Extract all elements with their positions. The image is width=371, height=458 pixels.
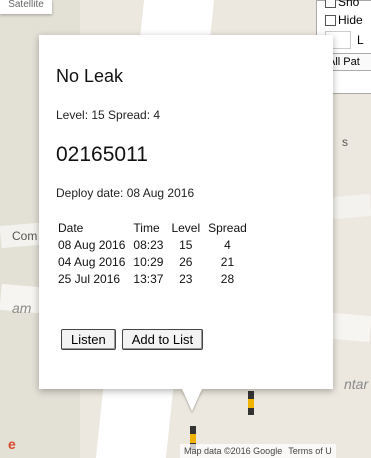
column-header: Level [171,221,201,235]
cell-spread: 21 [220,255,235,269]
add-to-list-button[interactable]: Add to List [121,329,204,350]
google-logo-partial: e [8,436,16,452]
map-label: ntar [344,376,369,392]
action-buttons: Listen Add to List [61,329,204,350]
satellite-button[interactable]: Satellite [0,0,52,14]
cell-level: 15 [179,238,193,252]
cell-date: 04 Aug 2016 [58,255,126,269]
info-window: No Leak Level: 15 Spread: 4 02165011 Dep… [39,35,333,389]
cell-spread: 28 [220,272,235,286]
level-spread-text: Level: 15 Spread: 4 [56,108,161,122]
cell-time: 10:29 [133,255,164,269]
device-serial: 02165011 [56,143,148,166]
marker-band [248,399,254,408]
cell-level: 23 [179,272,193,286]
terms-link[interactable]: Terms of U [288,446,332,456]
table-row: 04 Aug 2016 10:29 26 21 [54,254,251,271]
deploy-date: Deploy date: 08 Aug 2016 [56,186,195,200]
table-row: 08 Aug 2016 08:23 15 4 [54,237,251,254]
cell-spread: 4 [224,238,231,252]
column-header: Spread [208,221,247,235]
show-label: Sho [338,0,360,9]
hide-label: Hide [338,13,363,27]
info-window-pointer [182,389,202,411]
hide-option[interactable]: Hide [317,11,371,29]
show-option[interactable]: Sho [317,0,371,11]
table-row: 25 Jul 2016 13:37 23 28 [54,271,251,288]
table-header-row: Date Time Level Spread [54,220,251,237]
readings-table: Date Time Level Spread 08 Aug 2016 08:23… [54,220,251,288]
leak-marker[interactable] [248,391,254,415]
column-header: Time [133,221,160,235]
listen-button[interactable]: Listen [61,329,116,350]
cell-time: 08:23 [133,238,164,252]
map-label: s [342,135,348,149]
hide-checkbox[interactable] [325,14,336,26]
cell-level: 26 [179,255,193,269]
column-header: Date [58,221,84,235]
status-title: No Leak [56,66,124,86]
map-data-attribution: Map data ©2016 Google [184,446,283,456]
marker-band [190,434,196,443]
filter-label: L [357,33,364,47]
map-label: Com [12,229,38,243]
map-footer: Map data ©2016 Google Terms of U [180,444,336,458]
cell-time: 13:37 [133,272,164,286]
show-checkbox[interactable] [325,0,336,8]
map-label: am [12,300,32,316]
cell-date: 08 Aug 2016 [58,238,126,252]
cell-date: 25 Jul 2016 [58,272,121,286]
